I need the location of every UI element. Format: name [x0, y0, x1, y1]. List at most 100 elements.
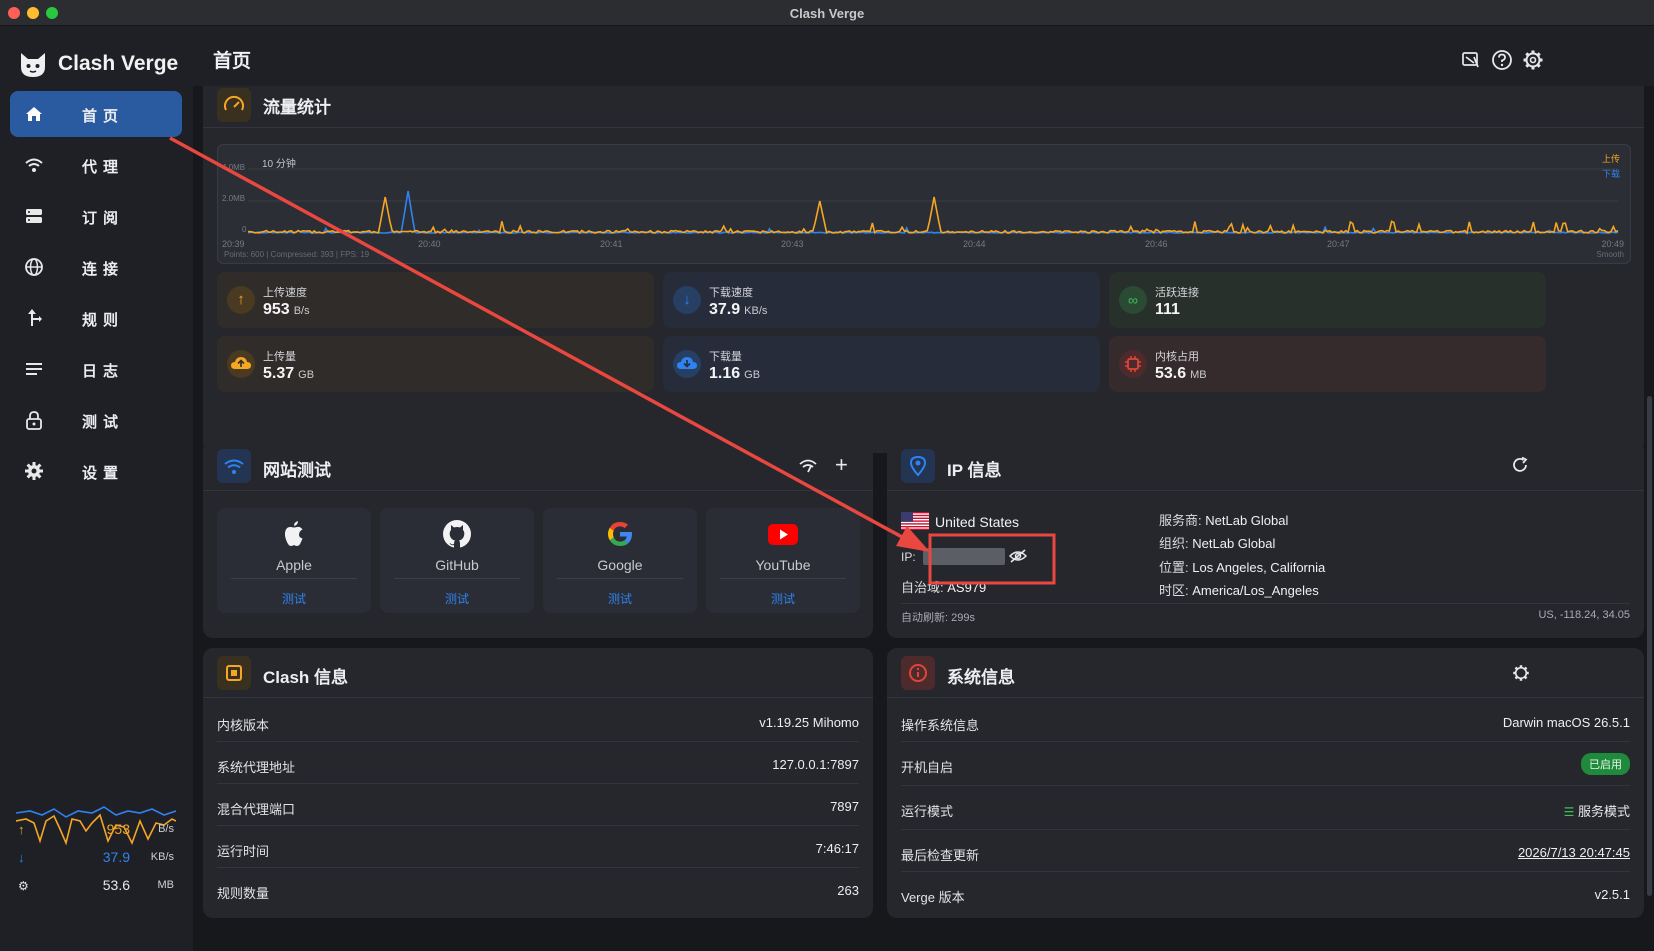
server-icon: ☰ [1563, 805, 1575, 819]
test-button[interactable]: 测试 [380, 590, 534, 607]
ip-divider [901, 603, 1630, 604]
divider [231, 578, 357, 579]
row-value: 127.0.0.1:7897 [772, 757, 859, 772]
site-name: GitHub [435, 557, 479, 573]
cloud-upload-icon [227, 350, 255, 378]
nav-label: 首页 [82, 108, 125, 125]
sys-info-row-os: 操作系统信息 Darwin macOS 26.5.1 [901, 700, 1630, 742]
chart-footer-right: Smooth [1596, 250, 1624, 259]
upload-series-line [247, 196, 1619, 235]
row-value: 7897 [830, 799, 859, 814]
traffic-card-title: 流量统计 [263, 98, 331, 117]
stat-number: 37.9 [709, 301, 741, 318]
test-button[interactable]: 测试 [217, 590, 371, 607]
youtube-logo-icon [768, 524, 798, 545]
stat-value: 37.9 KB/s [709, 301, 767, 319]
stat-label: 活跃连接 [1155, 287, 1199, 299]
org-label: 组织: [1159, 536, 1189, 551]
stat-value: 53.6 MB [1155, 365, 1207, 383]
gear-icon [25, 462, 43, 480]
nav-item-settings[interactable]: 设置 [10, 448, 182, 494]
info-icon [901, 656, 935, 690]
ip-asn: 自治域: AS979 [901, 577, 986, 596]
site-test-card: 网站测试 + Apple 测试 GitHub 测试 Google 测试 YouT… [203, 441, 873, 638]
chart-x-tick: 20:46 [1145, 239, 1168, 249]
row-key: 内核版本 [217, 718, 270, 733]
ip-country: United States [935, 514, 1020, 530]
site-card-google[interactable]: Google 测试 [543, 508, 697, 613]
stat-number: 1.16 [709, 365, 741, 382]
clash-info-header: Clash 信息 [203, 648, 873, 698]
network-icon[interactable] [1460, 49, 1482, 71]
asn-label: 自治域: [901, 580, 944, 595]
nav-label: 代理 [82, 159, 125, 176]
test-button[interactable]: 测试 [706, 590, 860, 607]
org-value: NetLab Global [1192, 536, 1276, 551]
arrow-down-icon: ↓ [673, 286, 701, 314]
route-icon [28, 309, 42, 326]
eye-off-icon[interactable] [1009, 548, 1027, 564]
site-card-youtube[interactable]: YouTube 测试 [706, 508, 860, 613]
stat-label: 上传量 [263, 351, 296, 363]
chart-x-tick: 20:40 [418, 239, 441, 249]
stat-label: 上传速度 [263, 287, 307, 299]
stat-label: 内核占用 [1155, 351, 1199, 363]
autostart-badge[interactable]: 已启用 [1581, 753, 1630, 775]
chart-footer-left: Points: 600 | Compressed: 393 | FPS: 19 [224, 250, 370, 259]
test-button[interactable]: 测试 [543, 590, 697, 607]
settings-icon[interactable] [1522, 49, 1544, 71]
speedometer-icon [217, 88, 251, 122]
app-window: Clash Verge Clash Verge 首页 代理 订阅 连接 规则 日… [0, 0, 1654, 951]
stat-unit: MB [1190, 369, 1207, 381]
brand: Clash Verge [18, 46, 178, 82]
sys-info-row-version: Verge 版本 v2.5.1 [901, 872, 1630, 914]
site-test-header: 网站测试 + [203, 441, 873, 491]
nav-item-proxy[interactable]: 代理 [10, 142, 182, 188]
sidebar: Clash Verge 首页 代理 订阅 连接 规则 日志 测试 设置 ↑ 95… [0, 26, 193, 951]
row-key: 运行时间 [217, 844, 270, 859]
chart-y-tick: 0 [242, 225, 247, 234]
stat-label: 下载量 [709, 351, 742, 363]
nav-label: 规则 [82, 312, 125, 329]
stat-upload-speed: ↑ 上传速度 953 B/s [217, 272, 654, 328]
nav-label: 连接 [82, 261, 125, 278]
ip-info-title: IP 信息 [947, 461, 1002, 480]
sidebar-download-unit: KB/s [150, 851, 174, 863]
scrollbar-thumb[interactable] [1647, 396, 1652, 896]
speed-test-icon[interactable] [799, 458, 817, 474]
refresh-icon[interactable] [1511, 456, 1529, 474]
sidebar-memory-stat: ⚙ 53.6 MB [18, 877, 178, 897]
clash-info-row: 系统代理地址 127.0.0.1:7897 [217, 742, 859, 784]
nav-item-test[interactable]: 测试 [10, 397, 182, 443]
add-site-button[interactable]: + [835, 452, 848, 478]
main-content: 首页 流量统计 10 分钟 上传 下载 4.0MB 2.0MB 0 20:39 [193, 26, 1654, 951]
nav-item-home[interactable]: 首页 [10, 91, 182, 137]
row-value: v1.19.25 Mihomo [759, 715, 859, 730]
clash-info-card: Clash 信息 内核版本 v1.19.25 Mihomo 系统代理地址 127.0… [203, 648, 873, 918]
site-card-apple[interactable]: Apple 测试 [217, 508, 371, 613]
chart-x-tick: 20:49 [1601, 239, 1624, 249]
row-value: Darwin macOS 26.5.1 [1502, 715, 1630, 730]
stat-label: 下载速度 [709, 287, 753, 299]
help-icon[interactable] [1491, 49, 1513, 71]
nav-item-rules[interactable]: 规则 [10, 295, 182, 341]
row-value: v2.5.1 [1594, 887, 1630, 902]
mode-value[interactable]: ☰ 服务模式 [1564, 801, 1630, 820]
mode-text: 服务模式 [1577, 804, 1630, 819]
chart-x-tick: 20:47 [1327, 239, 1350, 249]
arrow-up-icon: ↑ [227, 286, 255, 314]
chart-y-tick: 4.0MB [222, 163, 246, 172]
nav-item-logs[interactable]: 日志 [10, 346, 182, 392]
nav-item-connections[interactable]: 连接 [10, 244, 182, 290]
page-title: 首页 [213, 51, 252, 72]
nav-item-subscription[interactable]: 订阅 [10, 193, 182, 239]
globe-icon [25, 258, 43, 276]
site-card-github[interactable]: GitHub 测试 [380, 508, 534, 613]
update-link[interactable]: 2026/7/13 20:47:45 [1518, 845, 1630, 860]
system-info-header: 系统信息 [887, 648, 1644, 698]
stat-download-total: 下载量 1.16 GB [663, 336, 1100, 392]
window-title: Clash Verge [789, 6, 865, 21]
github-logo-icon [443, 520, 471, 548]
chart-x-tick: 20:44 [963, 239, 986, 249]
gear-icon[interactable] [1512, 664, 1530, 682]
